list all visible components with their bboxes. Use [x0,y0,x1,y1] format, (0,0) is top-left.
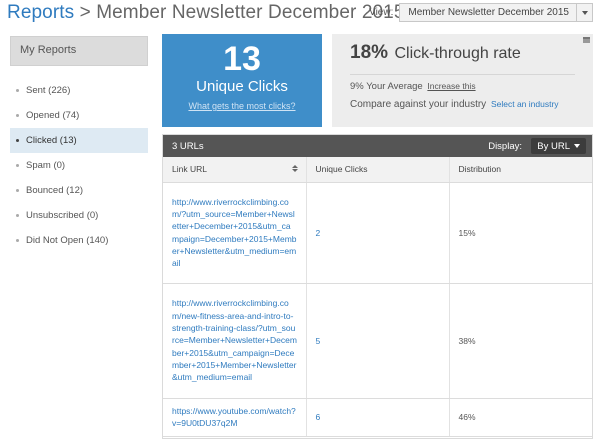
sidebar-item-bounced[interactable]: Bounced (12) [10,178,148,203]
sidebar-item-label: Unsubscribed (0) [26,210,99,221]
sidebar-item-spam[interactable]: Spam (0) [10,153,148,178]
view-label: View: [369,7,394,18]
chevron-down-icon[interactable] [576,4,592,21]
ctr-label: Click-through rate [394,45,521,62]
display-dropdown[interactable]: By URL [531,138,586,154]
bullet-icon [16,89,19,92]
sidebar-title: My Reports [10,36,148,66]
table-row: https://www.youtube.com/watch?v=9U0tDU37… [163,398,592,437]
unique-clicks-cell[interactable]: 6 [306,398,450,437]
bullet-icon [16,164,19,167]
sidebar-item-label: Sent (226) [26,85,71,96]
average-row: 9% Your Average Increase this [350,81,476,92]
sidebar-item-label: Spam (0) [26,160,66,171]
column-header-distribution[interactable]: Distribution [449,157,592,183]
distribution-cell: 15% [449,182,592,284]
url-table: Link URL Unique Clicks Distribution http… [163,157,592,437]
sidebar-item-label: Bounced (12) [26,185,84,196]
unique-clicks-card: 13 Unique Clicks What gets the most clic… [162,34,322,127]
sidebar-item-label: Did Not Open (140) [26,235,109,246]
unique-clicks-cell[interactable]: 5 [306,283,450,399]
sidebar-item-label: Clicked (13) [26,135,77,146]
chevron-down-icon [574,144,580,148]
sidebar-item-sent[interactable]: Sent (226) [10,78,148,103]
column-header-link-url[interactable]: Link URL [163,157,307,183]
link-url-cell[interactable]: http://www.riverrockclimbing.com/?utm_so… [163,182,307,284]
table-toolbar: 3 URLs Display: By URL [163,135,592,157]
unique-clicks-cell[interactable]: 2 [306,182,450,284]
compare-text: Compare against your industry [350,99,487,110]
average-text: 9% Your Average [350,81,423,92]
select-industry-link[interactable]: Select an industry [491,99,559,109]
unique-clicks-count: 13 [223,40,261,78]
bullet-icon [16,239,19,242]
url-count: 3 URLs [172,140,204,152]
sidebar-item-opened[interactable]: Opened (74) [10,103,148,128]
page-header: Reports > Member Newsletter December 201… [7,0,593,30]
breadcrumb-separator: > [74,2,97,23]
newsletter-title: Member Newsletter December 2015 [96,2,405,23]
most-clicks-link[interactable]: What gets the most clicks? [162,101,322,111]
bullet-icon [16,114,19,117]
url-table-card: 3 URLs Display: By URL Link URL Unique C… [162,134,593,439]
table-header-row: Link URL Unique Clicks Distribution [163,157,592,183]
view-selector: View: Member Newsletter December 2015 [369,3,593,22]
column-header-unique-clicks[interactable]: Unique Clicks [306,157,450,183]
print-icon[interactable] [583,37,590,43]
sidebar-item-clicked[interactable]: Clicked (13) [10,128,148,153]
table-row: http://www.riverrockclimbing.com/new-fit… [163,283,592,399]
compare-row: Compare against your industry Select an … [350,99,559,110]
sidebar-item-unsubscribed[interactable]: Unsubscribed (0) [10,203,148,228]
divider [350,74,575,75]
sidebar-item-label: Opened (74) [26,110,80,121]
bullet-icon [16,139,19,142]
view-dropdown-value: Member Newsletter December 2015 [408,7,569,18]
click-through-rate: 18% Click-through rate [350,42,521,64]
sort-icon[interactable] [291,165,298,173]
display-label: Display: [488,141,522,152]
increase-link[interactable]: Increase this [427,81,475,91]
page-title: Reports > Member Newsletter December 201… [7,2,404,24]
reports-sidebar: My Reports Sent (226) Opened (74) Clicke… [10,36,148,253]
display-dropdown-value: By URL [537,140,570,152]
sidebar-list: Sent (226) Opened (74) Clicked (13) Spam… [10,78,148,253]
distribution-cell: 46% [449,398,592,437]
bullet-icon [16,189,19,192]
distribution-cell: 38% [449,283,592,399]
link-url-cell[interactable]: https://www.youtube.com/watch?v=9U0tDU37… [163,398,307,437]
bullet-icon [16,214,19,217]
sidebar-item-did-not-open[interactable]: Did Not Open (140) [10,228,148,253]
click-through-card: 18% Click-through rate 9% Your Average I… [332,34,593,127]
table-row: http://www.riverrockclimbing.com/?utm_so… [163,182,592,284]
link-url-cell[interactable]: http://www.riverrockclimbing.com/new-fit… [163,283,307,399]
ctr-percent: 18% [350,42,389,63]
view-dropdown[interactable]: Member Newsletter December 2015 [399,3,593,22]
breadcrumb-reports-link[interactable]: Reports [7,2,74,23]
unique-clicks-label: Unique Clicks [196,78,288,95]
